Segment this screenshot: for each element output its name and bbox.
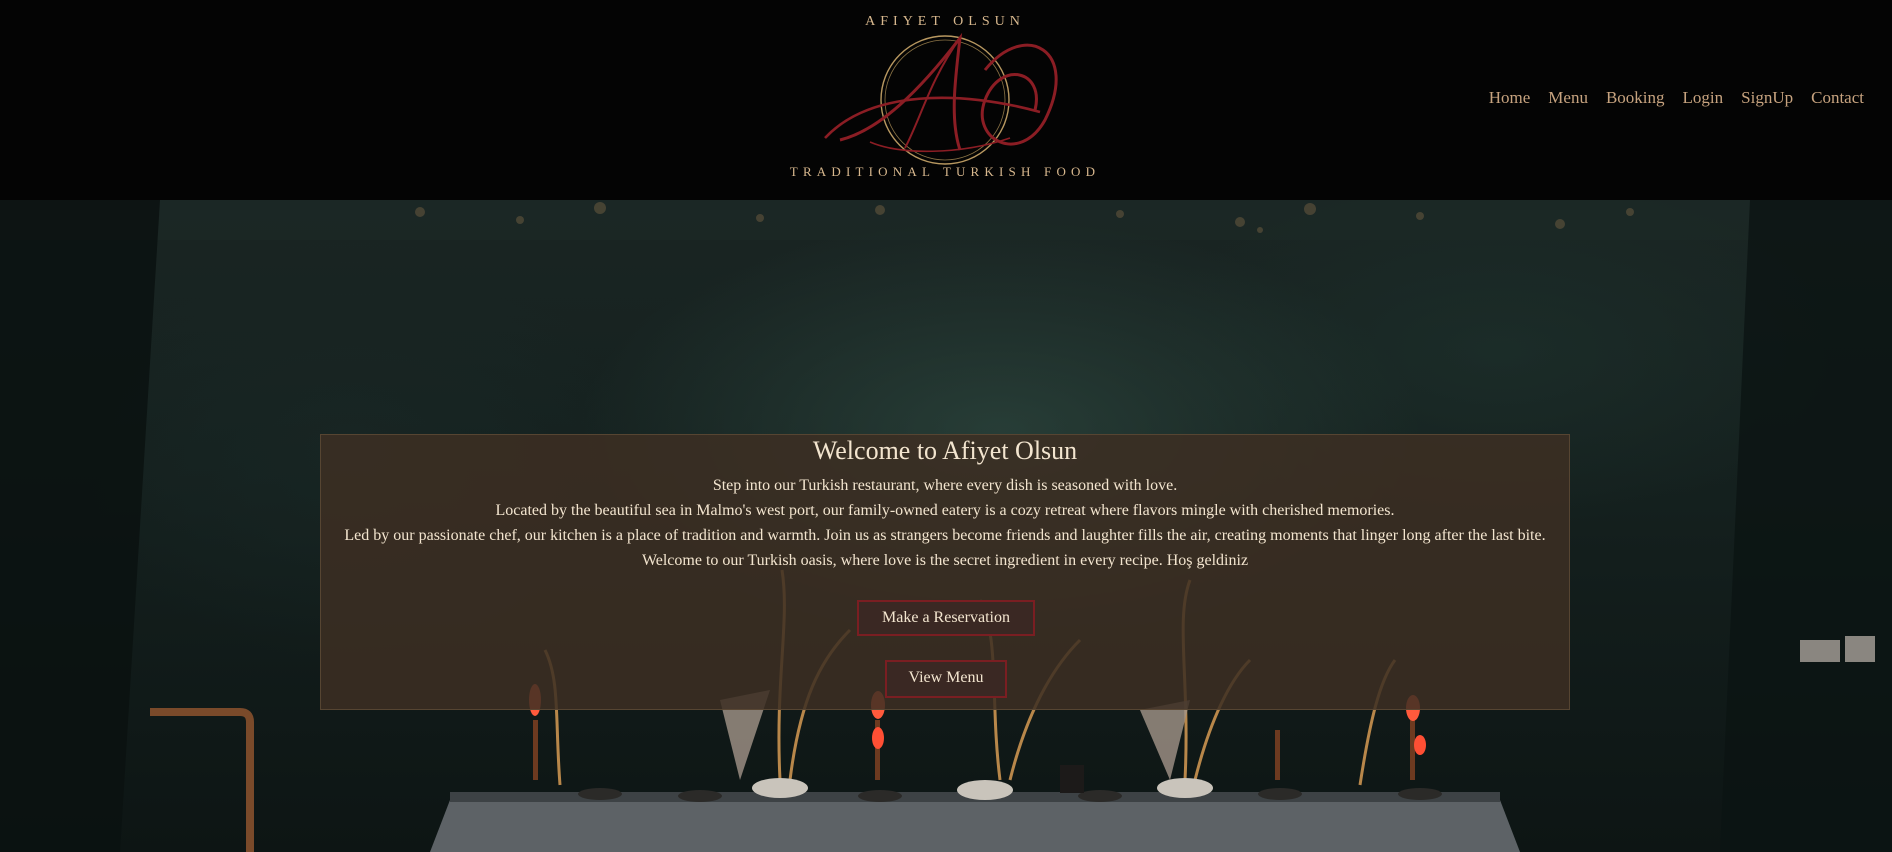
nav-menu[interactable]: Menu <box>1548 88 1588 108</box>
welcome-line: Led by our passionate chef, our kitchen … <box>344 527 1546 544</box>
nav-home[interactable]: Home <box>1489 88 1531 108</box>
nav-booking[interactable]: Booking <box>1606 88 1665 108</box>
welcome-panel: Welcome to Afiyet Olsun Step into our Tu… <box>320 434 1570 710</box>
nav-contact[interactable]: Contact <box>1811 88 1864 108</box>
welcome-line: Step into our Turkish restaurant, where … <box>712 477 1178 494</box>
make-reservation-button[interactable]: Make a Reservation <box>857 600 1035 636</box>
brand-tagline: TRADITIONAL TURKISH FOOD <box>789 164 1101 179</box>
nav-login[interactable]: Login <box>1683 88 1724 108</box>
brand-name: AFIYET OLSUN <box>865 14 1025 29</box>
view-menu-button[interactable]: View Menu <box>885 660 1007 698</box>
site-header: AFIYET OLSUN TRADITIONAL TURKISH FOOD Ho… <box>0 0 1892 200</box>
brand-logo[interactable]: AFIYET OLSUN TRADITIONAL TURKISH FOOD <box>770 8 1120 188</box>
welcome-title: Welcome to Afiyet Olsun <box>812 436 1078 465</box>
hero-section: Welcome to Afiyet Olsun Step into our Tu… <box>0 200 1892 852</box>
welcome-description: Step into our Turkish restaurant, where … <box>321 473 1569 573</box>
nav-signup[interactable]: SignUp <box>1741 88 1793 108</box>
welcome-line: Located by the beautiful sea in Malmo's … <box>495 502 1395 519</box>
welcome-line: Welcome to our Turkish oasis, where love… <box>641 552 1249 569</box>
main-nav: Home Menu Booking Login SignUp Contact <box>1489 88 1864 108</box>
monogram-logo-icon <box>824 32 1058 165</box>
